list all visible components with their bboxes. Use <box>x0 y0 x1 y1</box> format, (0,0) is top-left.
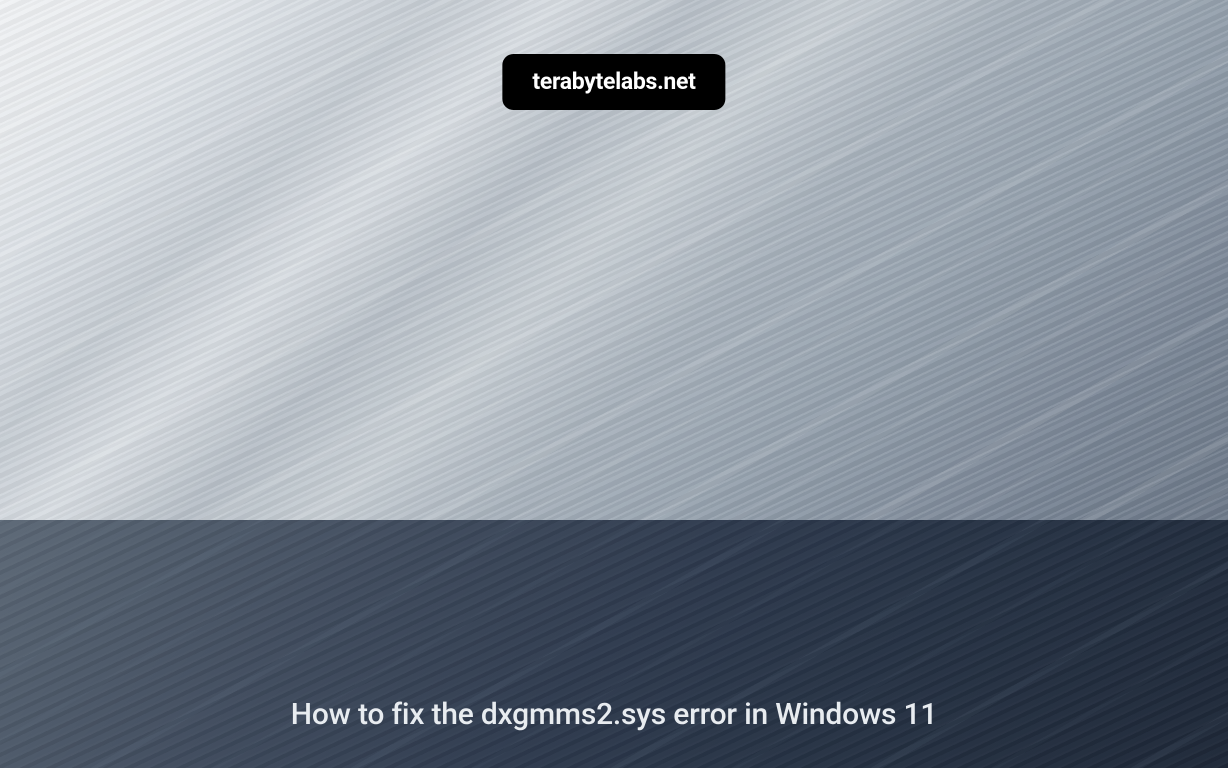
brand-name: terabytelabs.net <box>532 68 695 95</box>
hero-section: terabytelabs.net <box>0 0 1228 520</box>
title-section: How to fix the dxgmms2.sys error in Wind… <box>0 520 1228 768</box>
brand-badge[interactable]: terabytelabs.net <box>502 54 725 110</box>
title-container: How to fix the dxgmms2.sys error in Wind… <box>0 694 1228 736</box>
article-title: How to fix the dxgmms2.sys error in Wind… <box>40 694 1188 736</box>
